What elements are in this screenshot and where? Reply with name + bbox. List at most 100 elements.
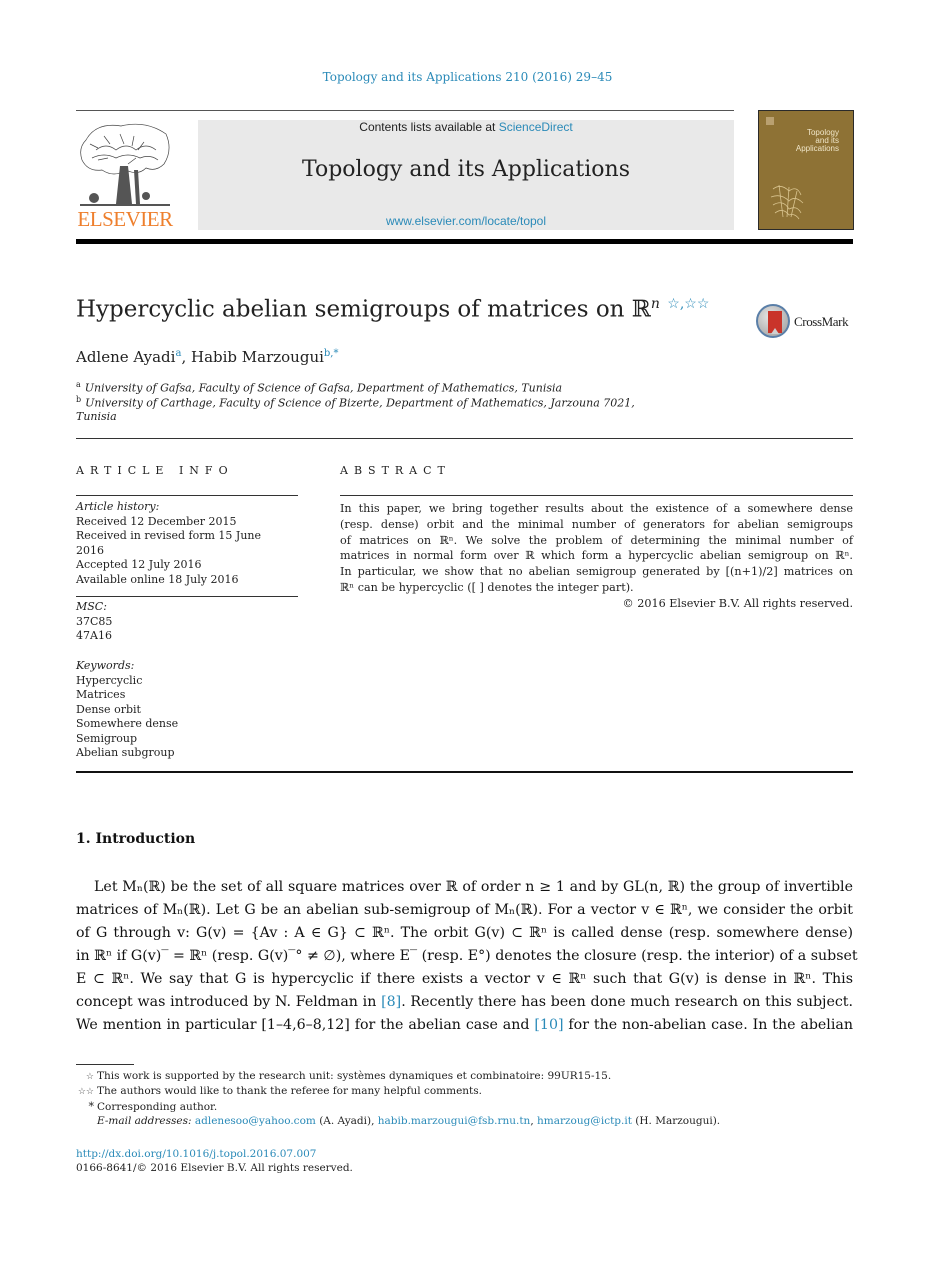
intro-line: We mention in particular [1–4,6–8,12] fo… xyxy=(76,1017,853,1033)
doi-link[interactable]: http://dx.doi.org/10.1016/j.topol.2016.0… xyxy=(76,1148,317,1160)
article-info-rule xyxy=(76,495,298,496)
affiliation-marker: a xyxy=(76,380,81,389)
keyword-item: Matrices xyxy=(76,688,126,701)
journal-cover-thumbnail[interactable]: Topology and its Applications xyxy=(758,110,854,230)
email-link[interactable]: hmarzoug@ictp.it xyxy=(537,1115,632,1127)
affiliation-b-continued: Tunisia xyxy=(76,410,117,423)
email-link[interactable]: adlenesoo@yahoo.com xyxy=(195,1115,316,1127)
abstract-line: (resp. dense) orbit and the minimal numb… xyxy=(340,517,853,531)
crossmark-label: CrossMark xyxy=(794,314,849,329)
intro-line: Let Mₙ(ℝ) be the set of all square matri… xyxy=(94,879,853,895)
cover-art-icon xyxy=(770,184,804,220)
footnote-text: The authors would like to thank the refe… xyxy=(97,1085,482,1097)
citation-link[interactable]: [8] xyxy=(381,994,401,1010)
article-history: Article history: Received 12 December 20… xyxy=(76,500,298,587)
abstract-line: ℝⁿ can be hypercyclic ([ ] denotes the i… xyxy=(340,580,634,594)
crossmark-button[interactable]: CrossMark xyxy=(756,304,856,344)
author-affiliation-link[interactable]: b,* xyxy=(324,348,339,359)
keywords: Keywords: Hypercyclic Matrices Dense orb… xyxy=(76,659,298,761)
article-info-rule xyxy=(76,596,298,597)
email-owner: (A. Ayadi), xyxy=(315,1115,378,1127)
cover-title-line: Applications xyxy=(795,144,839,153)
footnote-asterisk-icon: * xyxy=(88,1100,95,1113)
title-superscript: n xyxy=(650,296,660,312)
footnote: ☆ This work is supported by the research … xyxy=(76,1070,611,1082)
footnote-star-icon: ☆ xyxy=(85,1072,94,1082)
author-list: Adlene Ayadia, Habib Marzouguib,* xyxy=(76,348,339,366)
abstract-rule xyxy=(340,495,853,496)
history-label: Article history: xyxy=(76,500,160,513)
issn-copyright: 0166-8641/© 2016 Elsevier B.V. All right… xyxy=(76,1162,353,1174)
email-addresses: E-mail addresses: adlenesoo@yahoo.com (A… xyxy=(97,1115,720,1127)
crossmark-icon xyxy=(756,304,790,338)
keyword-item: Semigroup xyxy=(76,731,138,745)
elsevier-logo[interactable]: ELSEVIER xyxy=(76,120,174,232)
msc-item: 37C85 xyxy=(76,614,113,628)
affiliation-text: University of Gafsa, Faculty of Science … xyxy=(84,381,563,395)
keyword-item: Somewhere dense xyxy=(76,717,179,730)
intro-line: of G through v: G(v) = {Av : A ∈ G} ⊂ ℝⁿ… xyxy=(76,925,853,941)
email-owner: (H. Marzougui). xyxy=(631,1115,721,1127)
email-link[interactable]: habib.marzougui@fsb.rnu.tn xyxy=(378,1115,531,1127)
footnote: ☆☆ The authors would like to thank the re… xyxy=(76,1085,482,1097)
abstract-copyright: © 2016 Elsevier B.V. All rights reserved… xyxy=(622,597,853,610)
affiliation-b: b University of Carthage, Faculty of Scie… xyxy=(76,395,635,410)
front-matter-end-rule xyxy=(76,771,853,773)
title-footnote-link[interactable]: ☆,☆☆ xyxy=(667,296,709,312)
intro-line: in ℝⁿ if G(v)‾ = ℝⁿ (resp. G(v)‾° ≠ ∅), … xyxy=(76,948,858,964)
introduction-body: Let Mₙ(ℝ) be the set of all square matri… xyxy=(76,876,858,1037)
contents-line: Contents lists available at ScienceDirec… xyxy=(198,120,734,134)
history-item: 2016 xyxy=(76,543,104,557)
history-item: Received 12 December 2015 xyxy=(76,514,237,528)
footnote: * Corresponding author. xyxy=(76,1100,218,1113)
elsevier-wordmark: ELSEVIER xyxy=(77,207,173,231)
msc-item: 47A16 xyxy=(76,629,112,642)
keyword-item: Hypercyclic xyxy=(76,673,143,687)
intro-line: E ⊂ ℝⁿ. We say that G is hypercyclic if … xyxy=(76,971,853,987)
journal-url-link[interactable]: www.elsevier.com/locate/topol xyxy=(198,214,734,228)
footnote-text: This work is supported by the research u… xyxy=(97,1070,612,1082)
footnote-rule xyxy=(76,1064,134,1065)
cover-elsevier-icon xyxy=(766,117,774,125)
intro-line: matrices of Mₙ(ℝ). Let G be an abelian s… xyxy=(76,902,853,918)
contents-prefix: Contents lists available at xyxy=(359,120,499,134)
article-title: Hypercyclic abelian semigroups of matric… xyxy=(76,296,709,323)
abstract-body: In this paper, we bring together results… xyxy=(340,501,853,596)
msc-codes: MSC: 37C85 47A16 xyxy=(76,600,298,644)
citation-link[interactable]: [10] xyxy=(534,1017,563,1033)
abstract-line: In this paper, we bring together results… xyxy=(340,502,853,515)
sciencedirect-link[interactable]: ScienceDirect xyxy=(499,120,573,134)
keywords-label: Keywords: xyxy=(76,659,135,672)
header-top-rule xyxy=(76,110,734,111)
abstract-line: matrices in normal form over ℝ which for… xyxy=(340,549,853,563)
author-name: Habib Marzougui xyxy=(190,348,324,366)
cover-title: Topology and its Applications xyxy=(796,129,839,153)
history-item: Available online 18 July 2016 xyxy=(76,572,239,586)
header-bottom-rule xyxy=(76,239,853,244)
footnote-text: Corresponding author. xyxy=(97,1101,218,1113)
email-label: E-mail addresses: xyxy=(97,1115,192,1127)
email-owner: , xyxy=(530,1115,538,1127)
author-affiliation-link[interactable]: a xyxy=(175,348,181,359)
article-info-heading: ARTICLE INFO xyxy=(76,464,234,477)
abstract-line: In particular, we show that no abelian s… xyxy=(340,565,853,579)
author-name: Adlene Ayadi xyxy=(76,348,176,366)
section-divider xyxy=(76,438,853,439)
journal-reference-link[interactable]: Topology and its Applications 210 (2016)… xyxy=(0,70,935,84)
affiliation-marker: b xyxy=(76,395,82,404)
journal-title: Topology and its Applications xyxy=(302,157,630,182)
affiliation-text: University of Carthage, Faculty of Scien… xyxy=(85,396,635,410)
section-heading-introduction: 1. Introduction xyxy=(76,831,196,847)
intro-line: concept was introduced by N. Feldman in … xyxy=(76,994,853,1010)
history-item: Accepted 12 July 2016 xyxy=(76,558,202,571)
abstract-line: of matrices on ℝⁿ. We solve the problem … xyxy=(340,533,853,547)
keyword-item: Abelian subgroup xyxy=(76,746,175,759)
abstract-heading: ABSTRACT xyxy=(340,464,451,477)
article-title-text: Hypercyclic abelian semigroups of matric… xyxy=(76,296,651,323)
msc-label: MSC: xyxy=(76,600,107,613)
affiliation-a: a University of Gafsa, Faculty of Science… xyxy=(76,380,562,395)
history-item: Received in revised form 15 June xyxy=(76,529,261,542)
keyword-item: Dense orbit xyxy=(76,702,141,716)
footnote-double-star-icon: ☆☆ xyxy=(77,1087,94,1097)
elsevier-tree-icon xyxy=(80,123,170,206)
